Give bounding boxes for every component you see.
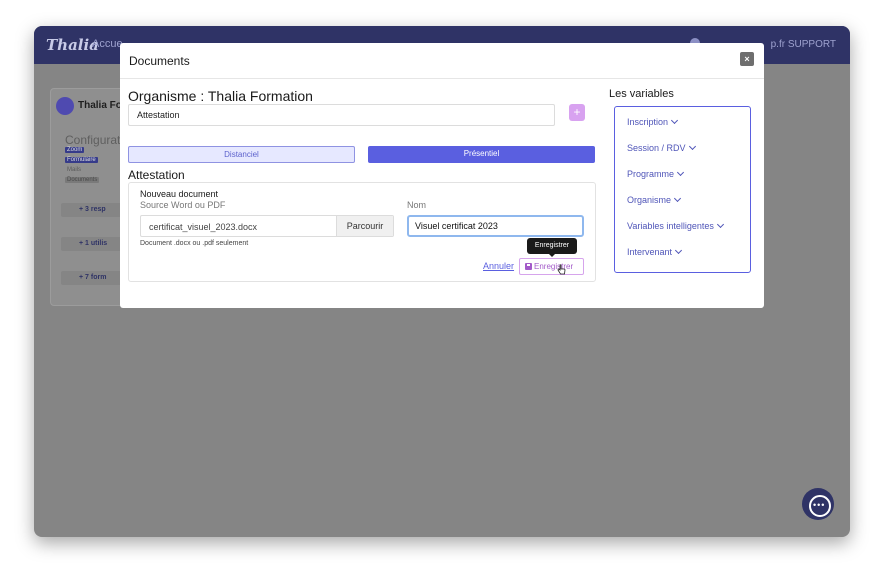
chat-icon: ••• <box>813 500 826 510</box>
variable-label: Variables intelligentes <box>627 221 714 231</box>
variable-inscription[interactable]: Inscription <box>627 116 679 127</box>
nom-input[interactable]: Visuel certificat 2023 <box>407 215 584 237</box>
tab-distanciel[interactable]: Distanciel <box>128 146 355 163</box>
avatar <box>56 97 74 115</box>
document-type-input[interactable]: Attestation <box>128 104 555 126</box>
variable-intervenant[interactable]: Intervenant <box>627 246 683 257</box>
chat-button[interactable]: ••• <box>802 488 834 520</box>
file-name: certificat_visuel_2023.docx <box>149 222 258 232</box>
support-menu[interactable]: p.fr SUPPORT <box>771 39 836 50</box>
variable-session[interactable]: Session / RDV <box>627 142 696 153</box>
hand-cursor-icon <box>557 264 566 275</box>
tag-mails[interactable]: Mails <box>65 167 83 173</box>
variable-label: Intervenant <box>627 247 673 257</box>
browse-button[interactable]: Parcourir <box>336 216 393 236</box>
source-label: Source Word ou PDF <box>140 200 226 210</box>
documents-modal: Documents × Organisme : Thalia Formation… <box>120 43 764 308</box>
config-label: Configurat <box>65 133 121 147</box>
section-title: Attestation <box>128 168 185 182</box>
variable-programme[interactable]: Programme <box>627 168 685 179</box>
modal-divider <box>120 78 764 79</box>
save-button-label: Enregistrer <box>534 262 574 271</box>
organisation-name: Thalia For <box>78 100 126 111</box>
chevron-down-icon <box>688 142 696 151</box>
cancel-link[interactable]: Annuler <box>483 261 514 271</box>
variable-intelligentes[interactable]: Variables intelligentes <box>627 220 724 231</box>
variable-label: Programme <box>627 169 675 179</box>
close-button[interactable]: × <box>740 52 754 66</box>
nom-label: Nom <box>407 200 427 210</box>
save-icon <box>525 263 532 270</box>
variable-organisme[interactable]: Organisme <box>627 194 682 205</box>
save-tooltip: Enregistrer <box>527 238 577 257</box>
tag-zoom[interactable]: Zoom <box>65 147 85 153</box>
mode-tabs: Distanciel Présentiel <box>128 146 596 163</box>
variables-panel: Inscription Session / RDV Programme Orga… <box>614 106 751 273</box>
add-button[interactable]: + <box>569 104 585 121</box>
chevron-down-icon <box>670 116 679 125</box>
new-document-form: Nouveau document Source Word ou PDF Nom … <box>128 182 596 282</box>
save-button[interactable]: Enregistrer <box>519 258 584 275</box>
tag-formulaire[interactable]: Formulaire <box>65 157 98 163</box>
chevron-down-icon <box>716 220 724 229</box>
file-field[interactable]: certificat_visuel_2023.docx Parcourir <box>140 215 394 237</box>
chevron-down-icon <box>673 194 682 203</box>
chevron-down-icon <box>674 246 683 255</box>
new-document-label: Nouveau document <box>140 189 219 199</box>
chevron-down-icon <box>676 168 685 177</box>
variables-title: Les variables <box>609 88 674 100</box>
tag-documents[interactable]: Documents <box>65 177 100 183</box>
app-logo: Thalia <box>46 36 99 54</box>
organisation-title: Organisme : Thalia Formation <box>128 88 313 104</box>
variable-label: Inscription <box>627 117 669 127</box>
app-window: Thalia Accue p.fr SUPPORT Thalia For Con… <box>34 26 850 537</box>
nav-accueil[interactable]: Accue <box>92 38 123 50</box>
modal-title: Documents <box>129 54 190 68</box>
variable-label: Organisme <box>627 195 672 205</box>
variable-label: Session / RDV <box>627 143 686 153</box>
tab-presentiel[interactable]: Présentiel <box>368 146 595 163</box>
file-hint: Document .docx ou .pdf seulement <box>140 240 249 247</box>
